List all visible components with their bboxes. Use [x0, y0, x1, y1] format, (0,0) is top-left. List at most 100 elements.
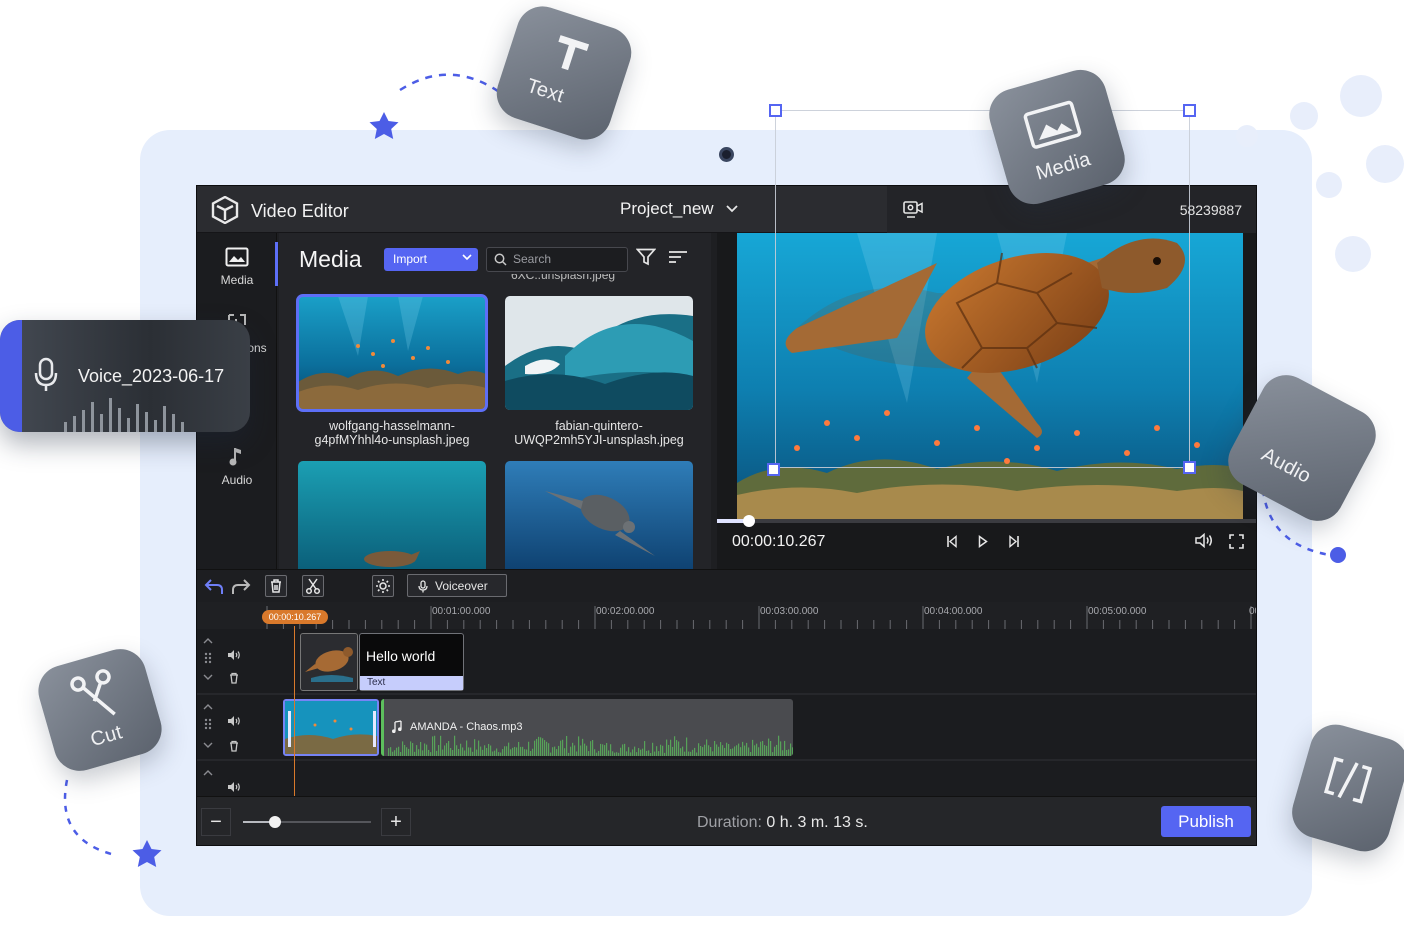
preview-video-frame[interactable]: [737, 233, 1243, 519]
sidebar-active-indicator: [275, 242, 278, 286]
track-volume-icon[interactable]: [227, 648, 241, 662]
bottom-bar: − + Duration: 0 h. 3 m. 13 s. Publish: [197, 796, 1256, 845]
split-clip-icon: [1323, 756, 1373, 804]
image-icon: [1023, 100, 1082, 149]
zoom-out-button[interactable]: −: [201, 808, 231, 836]
decor-bubble: [1316, 172, 1342, 198]
playhead-line: [294, 626, 295, 796]
ruler-label: 00:05:00.000: [1088, 606, 1147, 617]
screen-record-icon[interactable]: [903, 200, 923, 218]
resize-handle-bottom-right[interactable]: [1183, 461, 1196, 474]
track-volume-icon[interactable]: [227, 780, 241, 794]
zoom-in-button[interactable]: +: [381, 808, 411, 836]
undo-icon[interactable]: [203, 575, 225, 597]
chevron-up-icon[interactable]: [201, 634, 215, 648]
chevron-up-icon[interactable]: [201, 766, 215, 780]
resize-handle-top-left[interactable]: [769, 104, 782, 117]
text-t-icon: [558, 35, 590, 71]
caption-line: UWQP2mh5YJI-unsplash.jpeg: [514, 433, 684, 447]
sidebar-item-audio[interactable]: Audio: [197, 445, 277, 487]
publish-button[interactable]: Publish: [1161, 806, 1251, 837]
fullscreen-icon[interactable]: [1229, 534, 1244, 549]
chevron-down-icon[interactable]: [201, 738, 215, 752]
preview-scrubber[interactable]: [717, 515, 1256, 527]
chevron-down-icon: [725, 205, 738, 213]
cut-button[interactable]: [302, 575, 324, 597]
timeline-track-video: Hello world Text: [197, 629, 1256, 695]
delete-button[interactable]: [265, 575, 287, 597]
sidebar-item-media[interactable]: Media: [197, 247, 277, 287]
decor-bubble: [1236, 125, 1258, 147]
media-thumbnail[interactable]: [296, 294, 488, 412]
caption-line: wolfgang-hasselmann-: [329, 419, 455, 433]
resize-handle-top-right[interactable]: [1183, 104, 1196, 117]
media-panel: Media Import 6XC..unsplash.jpeg: [279, 233, 711, 569]
voice-card-accent: [0, 320, 22, 432]
chevron-up-icon[interactable]: [201, 700, 215, 714]
sidebar-item-label: Media: [220, 273, 254, 287]
floating-text-label: Text: [524, 74, 567, 108]
caption-line: g4pfMYhhl4o-unsplash.jpeg: [314, 433, 470, 447]
track-delete-icon[interactable]: [227, 739, 241, 753]
zoom-slider-knob[interactable]: [269, 816, 281, 828]
drag-handle-icon[interactable]: [201, 717, 215, 731]
video-editor-window: Video Editor Project_new 58239887 Media: [196, 185, 1257, 846]
audio-clip[interactable]: AMANDA - Chaos.mp3: [381, 699, 793, 756]
media-panel-title: Media: [299, 246, 362, 272]
search-icon: [494, 253, 507, 266]
floating-cut-label: Cut: [88, 721, 125, 752]
voice-file-name: Voice_2023-06-17: [78, 366, 225, 386]
prev-frame-icon[interactable]: [946, 535, 958, 548]
ruler-label: 00: [1249, 606, 1256, 617]
timeline-track-audio: AMANDA - Chaos.mp3: [197, 695, 1256, 761]
track-header: [197, 761, 247, 796]
volume-icon[interactable]: [1195, 533, 1213, 548]
text-clip[interactable]: Hello world Text: [359, 633, 464, 691]
chevron-down-icon[interactable]: [201, 670, 215, 684]
drag-handle-icon[interactable]: [201, 651, 215, 665]
sort-icon[interactable]: [668, 250, 688, 264]
media-thumbnail[interactable]: [505, 461, 693, 569]
voiceover-label: Voiceover: [435, 579, 488, 593]
microphone-icon: [418, 580, 428, 593]
timeline-ruler[interactable]: 00:01:00.000 00:02:00.000 00:03:00.000 0…: [197, 602, 1256, 629]
current-timecode: 00:00:10.267: [732, 533, 826, 550]
duration-readout: Duration: 0 h. 3 m. 13 s.: [697, 814, 868, 832]
play-icon[interactable]: [978, 535, 988, 548]
app-title: Video Editor: [251, 201, 349, 221]
search-box: [486, 247, 628, 272]
scissors-icon: [305, 578, 321, 595]
media-thumbnail[interactable]: [298, 461, 486, 569]
video-clip-reef[interactable]: [283, 699, 379, 756]
music-note-icon: [229, 448, 241, 466]
video-clip-turtle[interactable]: [300, 633, 358, 691]
voiceover-button[interactable]: Voiceover: [407, 574, 507, 597]
project-selector[interactable]: Project_new: [620, 199, 738, 219]
floating-text-card: Text: [489, 0, 639, 147]
track-volume-icon[interactable]: [227, 714, 241, 728]
gear-icon: [376, 579, 390, 593]
caption-line: fabian-quintero-: [555, 419, 643, 433]
import-button[interactable]: Import: [384, 248, 478, 271]
duration-value: 0 h. 3 m. 13 s.: [766, 814, 868, 831]
next-frame-icon[interactable]: [1008, 535, 1020, 548]
media-thumbnail[interactable]: [505, 296, 693, 410]
playhead-time-flag[interactable]: 00:00:10.267: [262, 610, 328, 624]
decor-bubble: [1366, 145, 1404, 183]
track-header: [197, 695, 247, 759]
search-input[interactable]: [513, 252, 623, 266]
settings-button[interactable]: [372, 575, 394, 597]
duration-label: Duration:: [697, 814, 762, 831]
scrubber-knob[interactable]: [743, 515, 756, 527]
resize-handle-bottom-left[interactable]: [767, 463, 780, 476]
redo-icon[interactable]: [230, 575, 252, 597]
track-delete-icon[interactable]: [227, 671, 241, 685]
chevron-down-icon: [462, 254, 472, 261]
app-logo-icon: [211, 196, 239, 224]
zoom-slider[interactable]: [243, 816, 371, 828]
text-clip-tag: Text: [360, 676, 463, 690]
webcam-dot: [719, 147, 734, 162]
filter-icon[interactable]: [636, 248, 656, 266]
image-icon: [225, 247, 249, 267]
media-item-caption: wolfgang-hasselmann- g4pfMYhhl4o-unsplas…: [292, 419, 492, 447]
